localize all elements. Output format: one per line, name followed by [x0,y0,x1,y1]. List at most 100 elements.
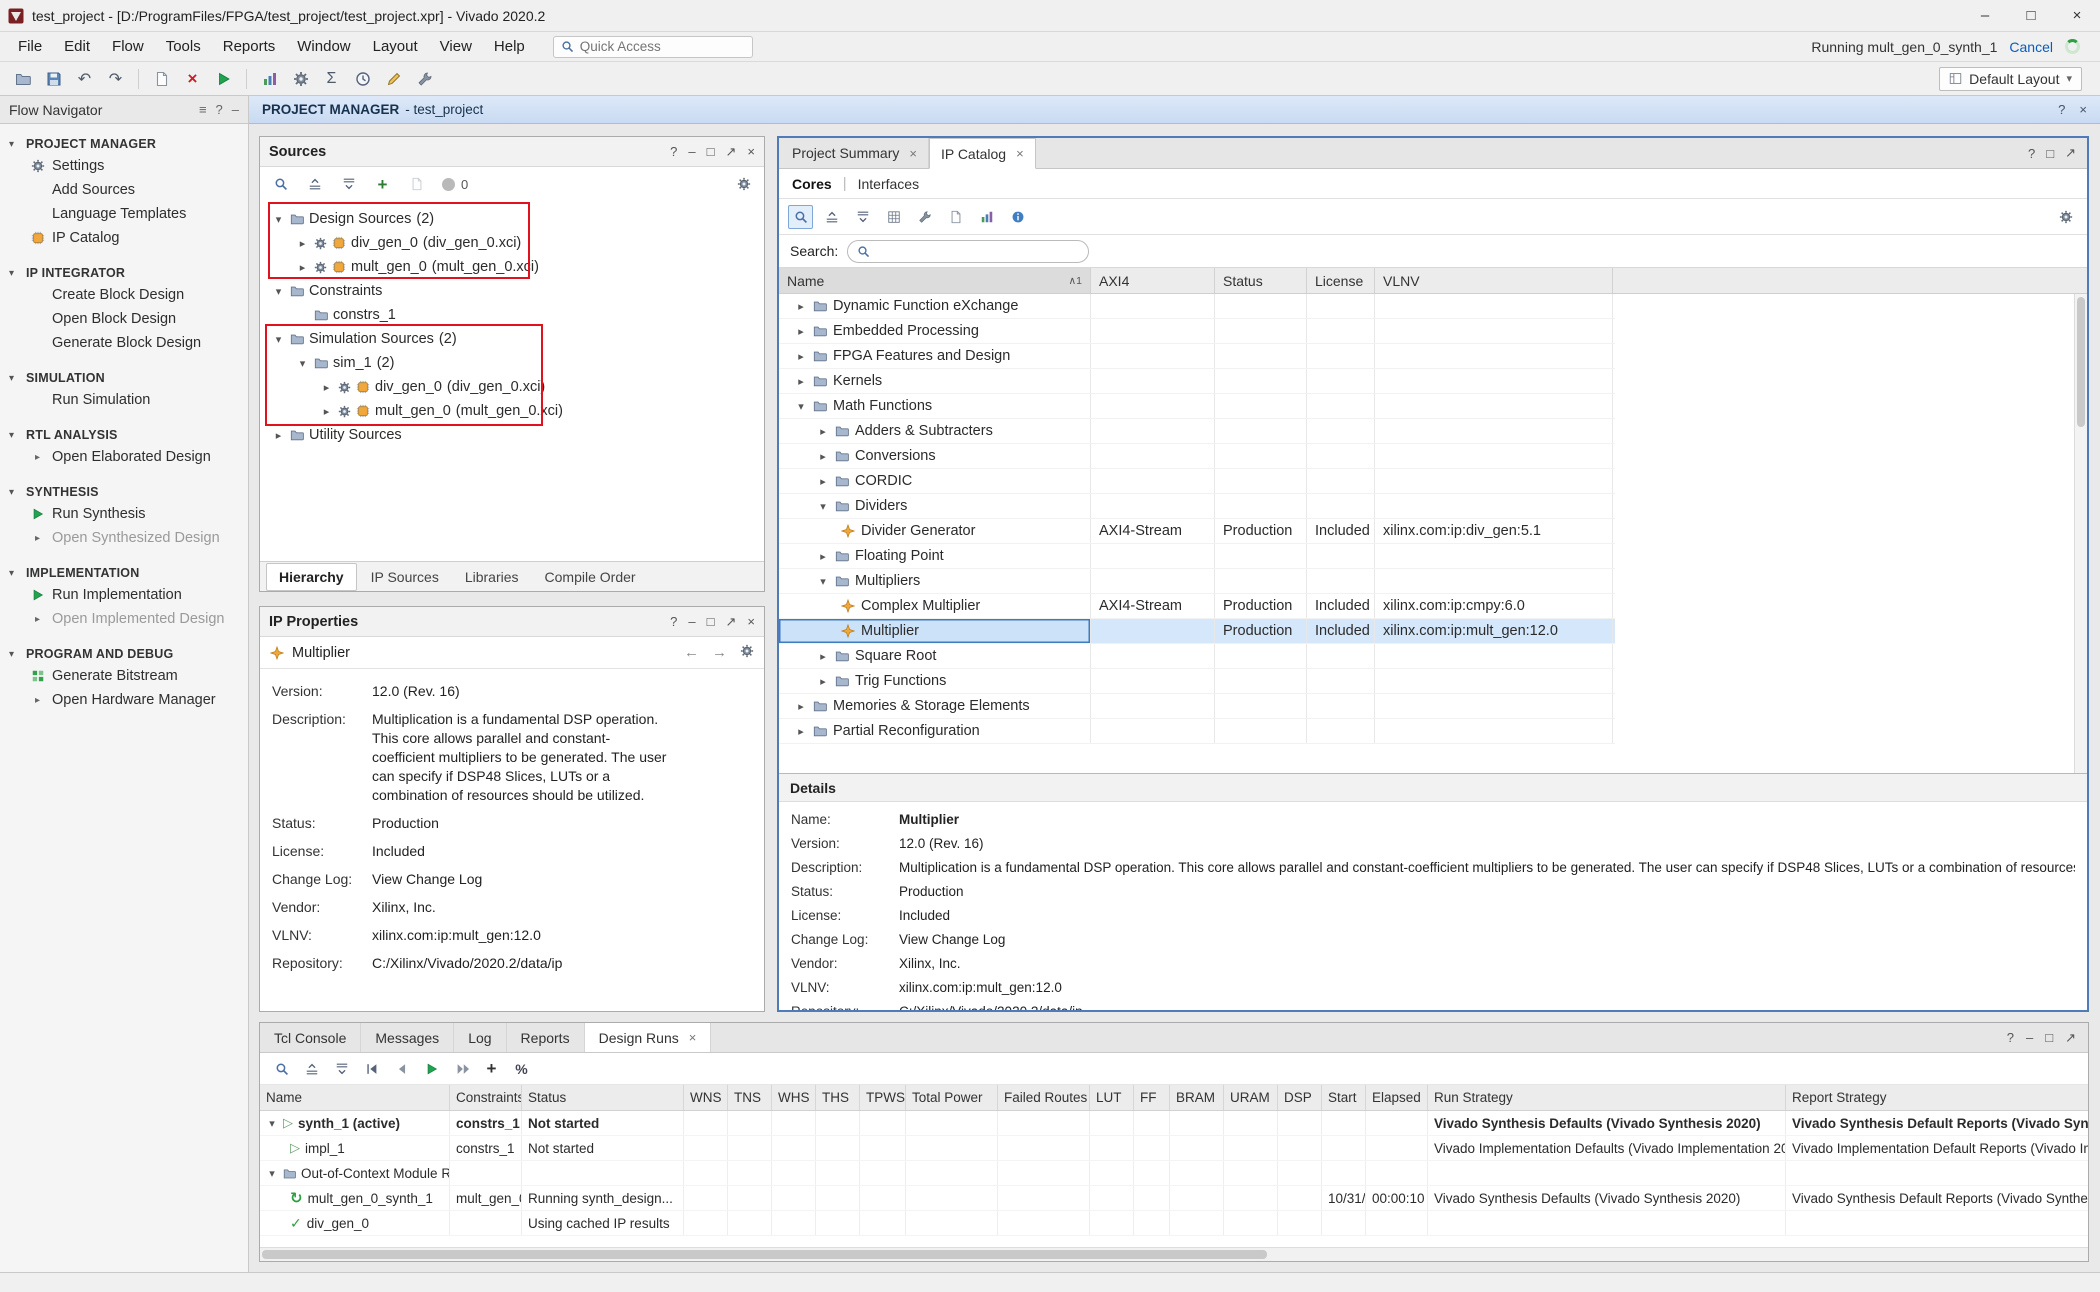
tab-log[interactable]: Log [454,1023,506,1052]
tab-reports[interactable]: Reports [507,1023,585,1052]
menu-window[interactable]: Window [287,35,360,58]
chevron-right-icon[interactable]: ▸ [795,325,807,338]
search-icon[interactable] [269,1057,294,1081]
ipcat-row-fpga-features[interactable]: ▸FPGA Features and Design [779,344,1615,369]
column-header-status[interactable]: Status [1215,268,1307,293]
ipcat-row-conversions[interactable]: ▸Conversions [779,444,1615,469]
window-minimize-button[interactable]: – [1962,0,2008,31]
ipcat-row-floating-point[interactable]: ▸Floating Point [779,544,1615,569]
context-help-icon[interactable]: ? [2058,102,2065,117]
chevron-right-icon[interactable]: ▸ [296,237,309,250]
menu-help[interactable]: Help [484,35,535,58]
chevron-right-icon[interactable]: ▸ [817,475,829,488]
flownav-item-generate-bitstream[interactable]: Generate Bitstream [0,664,248,688]
minimize-icon[interactable]: – [688,614,695,630]
quick-access-input[interactable] [580,39,745,54]
flow-navigator-collapse-icon[interactable]: – [232,102,239,117]
tab-design-runs[interactable]: Design Runs× [585,1023,712,1052]
help-icon[interactable]: ? [2007,1030,2014,1045]
column-header-tpws[interactable]: TPWS [860,1085,906,1110]
run-row-out-of-context-group[interactable]: ▾Out-of-Context Module Runs [260,1161,2088,1186]
ip-status-report-icon[interactable] [974,205,999,229]
open-project-icon[interactable] [8,66,37,92]
quick-access-search[interactable] [553,36,753,58]
tab-ip-catalog[interactable]: IP Catalog × [929,138,1036,169]
tree-item-constraints[interactable]: ▾ Constraints [260,279,764,303]
ipcat-row-memories-storage[interactable]: ▸Memories & Storage Elements [779,694,1615,719]
flownav-section-project-manager[interactable]: ▾ PROJECT MANAGER [0,134,248,154]
add-repository-icon[interactable] [943,205,968,229]
column-header-lut[interactable]: LUT [1090,1085,1134,1110]
collapse-all-icon[interactable] [302,172,327,196]
menu-layout[interactable]: Layout [363,35,428,58]
help-icon[interactable]: ? [2028,146,2035,161]
tree-item-sim-mult-gen-0[interactable]: ▸ mult_gen_0(mult_gen_0.xci) [260,399,764,423]
maximize-icon[interactable]: ↗ [726,614,737,630]
column-header-vlnv[interactable]: VLNV [1375,268,1613,293]
tree-item-design-sources[interactable]: ▾ Design Sources(2) [260,207,764,231]
ipcat-row-math-functions[interactable]: ▾Math Functions [779,394,1615,419]
tree-item-div-gen-0[interactable]: ▸ div_gen_0(div_gen_0.xci) [260,231,764,255]
window-maximize-button[interactable]: □ [2008,0,2054,31]
chevron-right-icon[interactable]: ▸ [320,405,333,418]
float-icon[interactable]: □ [2045,1030,2053,1045]
column-header-whs[interactable]: WHS [772,1085,816,1110]
run-row-div-gen-0[interactable]: ✓div_gen_0 Using cached IP results [260,1211,2088,1236]
flownav-item-open-hardware-manager[interactable]: ▸Open Hardware Manager [0,688,248,712]
ipcat-row-complex-multiplier[interactable]: Complex Multiplier AXI4-Stream Productio… [779,594,1615,619]
float-icon[interactable]: □ [707,144,715,160]
column-header-status[interactable]: Status [522,1085,684,1110]
layout-selector[interactable]: Default Layout ▾ [1939,67,2082,91]
chevron-down-icon[interactable]: ▾ [296,357,309,370]
flownav-section-rtl-analysis[interactable]: ▾ RTL ANALYSIS [0,425,248,445]
status-link[interactable]: Production [372,814,439,833]
ipcat-row-cordic[interactable]: ▸CORDIC [779,469,1615,494]
column-header-wns[interactable]: WNS [684,1085,728,1110]
flownav-item-run-implementation[interactable]: Run Implementation [0,583,248,607]
chevron-right-icon[interactable]: ▸ [272,429,285,442]
tree-item-sim-1[interactable]: ▾ sim_1(2) [260,351,764,375]
group-by-category-icon[interactable] [881,205,906,229]
first-run-icon[interactable] [359,1057,384,1081]
launch-runs-play-icon[interactable] [419,1057,444,1081]
menu-reports[interactable]: Reports [213,35,286,58]
close-icon[interactable]: × [747,614,755,630]
chevron-down-icon[interactable]: ▾ [272,285,285,298]
catalog-search-box[interactable] [847,240,1089,263]
settings-gear-icon[interactable] [286,66,315,92]
chevron-right-icon[interactable]: ▸ [817,650,829,663]
column-header-elapsed[interactable]: Elapsed [1366,1085,1428,1110]
flownav-section-implementation[interactable]: ▾ IMPLEMENTATION [0,563,248,583]
delete-icon[interactable]: × [178,66,207,92]
menu-file[interactable]: File [8,35,52,58]
chevron-right-icon[interactable]: ▸ [795,350,807,363]
chevron-down-icon[interactable]: ▾ [272,333,285,346]
flow-navigator-menu-icon[interactable]: ≡ [199,102,207,117]
column-header-ths[interactable]: THS [816,1085,860,1110]
chevron-right-icon[interactable]: ▸ [817,550,829,563]
tree-item-simulation-sources[interactable]: ▾ Simulation Sources(2) [260,327,764,351]
close-icon[interactable]: × [747,144,755,160]
edit-pencil-icon[interactable] [379,66,408,92]
flownav-item-language-templates[interactable]: Language Templates [0,202,248,226]
tree-item-sim-div-gen-0[interactable]: ▸ div_gen_0(div_gen_0.xci) [260,375,764,399]
column-header-bram[interactable]: BRAM [1170,1085,1224,1110]
menu-tools[interactable]: Tools [156,35,211,58]
flownav-item-generate-block-design[interactable]: Generate Block Design [0,331,248,355]
flownav-section-synthesis[interactable]: ▾ SYNTHESIS [0,482,248,502]
detail-change-log-link[interactable]: View Change Log [899,931,1005,948]
info-icon[interactable] [1005,205,1030,229]
flownav-item-run-simulation[interactable]: Run Simulation [0,388,248,412]
properties-gear-icon[interactable] [740,644,754,658]
column-header-license[interactable]: License [1307,268,1375,293]
chevron-right-icon[interactable]: ▸ [320,381,333,394]
menu-view[interactable]: View [430,35,482,58]
copy-icon[interactable] [147,66,176,92]
scrollbar-thumb[interactable] [2077,297,2085,427]
collapse-all-icon[interactable] [819,205,844,229]
run-row-synth-1[interactable]: ▾▷synth_1 (active) constrs_1 Not started… [260,1111,2088,1136]
tree-item-mult-gen-0[interactable]: ▸ mult_gen_0(mult_gen_0.xci) [260,255,764,279]
dashboard-icon[interactable] [255,66,284,92]
menu-edit[interactable]: Edit [54,35,100,58]
run-icon[interactable] [209,66,238,92]
